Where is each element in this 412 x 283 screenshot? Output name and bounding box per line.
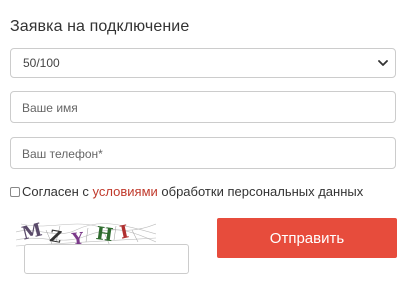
form-title: Заявка на подключение [10,18,190,35]
captcha-char-m: M [20,219,44,244]
consent-checkbox[interactable] [10,186,20,197]
chevron-down-icon [378,60,388,66]
name-input-placeholder: Ваше имя [22,101,78,115]
tariff-select[interactable]: 50/100 [10,48,396,78]
terms-link[interactable]: условиями [93,184,158,199]
consent-row: Согласен с условиями обработки персональ… [10,184,363,199]
consent-text-before: Согласен с [22,184,89,199]
phone-input-placeholder: Ваш телефон* [22,147,103,161]
captcha-char-h: H [95,223,115,246]
submit-button[interactable]: Отправить [217,218,397,258]
captcha-input[interactable] [24,244,189,274]
connection-request-form: Заявка на подключение 50/100 Ваше имя Ва… [0,0,412,283]
phone-input[interactable]: Ваш телефон* [10,137,396,169]
tariff-select-value: 50/100 [23,56,60,70]
name-input[interactable]: Ваше имя [10,91,396,123]
consent-text-after: обработки персональных данных [161,184,364,199]
